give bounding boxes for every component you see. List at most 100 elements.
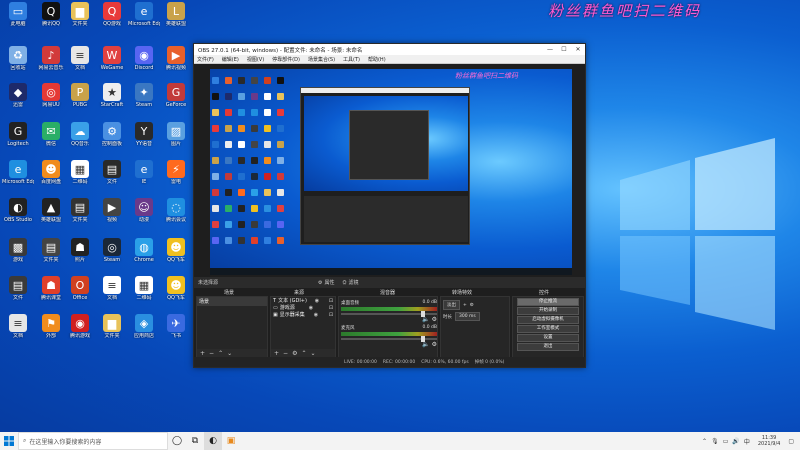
menu-view[interactable]: 视图(V) xyxy=(247,56,264,63)
gear-icon[interactable]: ⚙ xyxy=(432,341,437,348)
network-icon[interactable]: ▭ xyxy=(723,438,729,445)
desktop-icon[interactable]: ◎ Steam xyxy=(96,238,128,263)
desktop-icon[interactable]: ▤ 文件夹 xyxy=(35,238,67,263)
desktop-icon[interactable]: ▶ 视频 xyxy=(96,198,128,223)
clock[interactable]: 11:39 2021/9/4 xyxy=(754,435,784,447)
desktop-icon[interactable]: eMicrosoft Edge xyxy=(2,160,34,185)
remove-source-button[interactable]: − xyxy=(283,350,288,357)
desktop-icon[interactable]: ☗ 腾讯课堂 xyxy=(35,276,67,301)
menu-help[interactable]: 帮助(H) xyxy=(368,56,386,63)
speaker-icon[interactable]: 🔈 xyxy=(422,341,429,348)
desktop-icon[interactable]: ☺ 动漫 xyxy=(128,198,160,223)
desktop-icon[interactable]: ◍ Chrome xyxy=(128,238,160,263)
menu-file[interactable]: 文件(F) xyxy=(197,56,214,63)
desktop-icon[interactable]: ⚡ 雷电 xyxy=(160,160,192,185)
move-down-button[interactable]: ⌄ xyxy=(310,350,315,357)
add-source-button[interactable]: + xyxy=(274,350,279,357)
desktop-icon[interactable]: O Office xyxy=(64,276,96,301)
chevron-up-icon[interactable]: ⌃ xyxy=(702,438,707,445)
desktop-icon[interactable]: ▦ 二维码 xyxy=(128,276,160,301)
move-up-button[interactable]: ⌃ xyxy=(218,350,223,357)
close-button[interactable]: ✕ xyxy=(571,46,585,53)
desktop-icon[interactable]: ☗ 照片 xyxy=(64,238,96,263)
add-transition-button[interactable]: + xyxy=(463,303,467,308)
desktop-icon[interactable]: Q QQ游戏 xyxy=(96,2,128,27)
desktop-icon[interactable]: ◐ OBS Studio xyxy=(2,198,34,223)
gear-icon[interactable]: ⚙ xyxy=(432,316,437,323)
gear-icon[interactable]: ⚙ xyxy=(470,303,474,308)
desktop-icon[interactable]: ◉ 腾讯游戏 xyxy=(64,314,96,339)
desktop-icon[interactable]: ≡ 文档 xyxy=(64,46,96,71)
menu-edit[interactable]: 编辑(E) xyxy=(222,56,239,63)
remove-scene-button[interactable]: − xyxy=(209,350,214,357)
desktop-icon[interactable]: W WeGame xyxy=(96,46,128,71)
taskbar-search[interactable]: ⌕ 在这里输入你要搜索的内容 xyxy=(18,432,168,450)
desktop-icon[interactable]: ◎ 网易UU xyxy=(35,83,67,108)
taskbar-app[interactable]: ▣ xyxy=(222,432,240,450)
exit-button[interactable]: 退出 xyxy=(517,343,579,351)
source-settings-button[interactable]: ⚙ xyxy=(292,350,297,357)
window-title-bar[interactable]: OBS 27.0.1 (64-bit, windows) - 配置文件: 未命名… xyxy=(194,44,585,55)
desktop-icon[interactable]: ▆ 文件夹 xyxy=(96,314,128,339)
start-button[interactable] xyxy=(0,432,18,450)
desktop-icon[interactable]: P PUBG xyxy=(64,83,96,108)
notification-icon[interactable]: ▢ xyxy=(788,438,794,445)
obs-window[interactable]: OBS 27.0.1 (64-bit, windows) - 配置文件: 未命名… xyxy=(193,43,586,368)
source-item-game[interactable]: ▭ 游戏源 ◉ ⊡ xyxy=(271,304,335,312)
desktop-icon[interactable]: ☻ 百度网盘 xyxy=(35,160,67,185)
desktop-icon[interactable]: ✈ 飞书 xyxy=(160,314,192,339)
lock-icon[interactable]: ⊡ xyxy=(327,312,335,318)
lock-icon[interactable]: ⊡ xyxy=(327,305,335,311)
ime-icon[interactable]: 中 xyxy=(744,437,750,446)
stop-streaming-button[interactable]: 停止推流 xyxy=(517,298,579,306)
desktop-icon[interactable]: ▤ 文件 xyxy=(2,276,34,301)
menu-scene-collection[interactable]: 场景集合(S) xyxy=(308,56,335,63)
desktop-icon[interactable]: ▦ 二维码 xyxy=(64,160,96,185)
desktop-icon[interactable]: G GeForce xyxy=(160,83,192,108)
desktop-icon[interactable]: ▶ 腾讯视频 xyxy=(160,46,192,71)
desktop-icon[interactable]: ⚑ 外部 xyxy=(35,314,67,339)
menu-tools[interactable]: 工具(T) xyxy=(343,56,360,63)
desktop-icon[interactable]: ◉ Discord xyxy=(128,46,160,71)
desktop-icon[interactable]: ▩ 游戏 xyxy=(2,238,34,263)
desktop-icon[interactable]: ▆ 文件夹 xyxy=(64,2,96,27)
desktop-icon[interactable]: ☁ QQ音乐 xyxy=(64,122,96,147)
cortana-button[interactable]: ◯ xyxy=(168,432,186,450)
desktop-icon[interactable]: eMicrosoft Edge xyxy=(128,2,160,27)
desktop-icon[interactable]: ⚙ 控制面板 xyxy=(96,122,128,147)
studio-mode-button[interactable]: 工作室模式 xyxy=(517,325,579,333)
desktop-icon[interactable]: Y YY语音 xyxy=(128,122,160,147)
desktop-icon[interactable]: ♻ 回收站 xyxy=(2,46,34,71)
maximize-button[interactable]: ☐ xyxy=(557,46,571,53)
duration-input[interactable]: 300 ms xyxy=(455,312,480,321)
menu-docks[interactable]: 停靠部件(D) xyxy=(272,56,300,63)
desktop-icon[interactable]: ◆ 迅雷 xyxy=(2,83,34,108)
volume-icon[interactable]: 🔊 xyxy=(732,438,739,445)
desktop-icon[interactable]: ▨ 图片 xyxy=(160,122,192,147)
properties-button[interactable]: ⚙ 属性 xyxy=(318,279,335,287)
desktop-icon[interactable]: Q 腾讯QQ xyxy=(35,2,67,27)
virtual-camera-button[interactable]: 启动虚拟摄像机 xyxy=(517,316,579,324)
volume-slider[interactable] xyxy=(341,311,437,317)
speaker-icon[interactable]: 🔈 xyxy=(422,316,429,323)
preview-canvas[interactable]: 粉丝群鱼吧扫二维码 xyxy=(210,69,572,275)
eye-icon[interactable]: ◉ xyxy=(313,298,321,304)
desktop-icon[interactable]: ✦ Steam xyxy=(128,83,160,108)
desktop-icon[interactable]: ◌ 腾讯会议 xyxy=(160,198,192,223)
desktop-icon[interactable]: ≡ 文档 xyxy=(96,276,128,301)
start-recording-button[interactable]: 开始录制 xyxy=(517,307,579,315)
lock-icon[interactable]: ⊡ xyxy=(327,298,335,304)
move-up-button[interactable]: ⌃ xyxy=(301,350,306,357)
desktop-icon[interactable]: ☻ QQ飞车 xyxy=(160,276,192,301)
move-down-button[interactable]: ⌄ xyxy=(227,350,232,357)
transition-select[interactable]: 淡出 xyxy=(443,300,460,310)
desktop-icon[interactable]: ☻ QQ飞车 xyxy=(160,238,192,263)
desktop-icon[interactable]: ≡ 文档 xyxy=(2,314,34,339)
volume-slider[interactable] xyxy=(341,336,437,342)
desktop-icon[interactable]: ◈ 应用商店 xyxy=(128,314,160,339)
source-item-display[interactable]: ▣ 显示器采集 ◉ ⊡ xyxy=(271,311,335,319)
add-scene-button[interactable]: + xyxy=(200,350,205,357)
task-view-button[interactable]: ⧉ xyxy=(186,432,204,450)
desktop-icon[interactable]: e IE xyxy=(128,160,160,185)
eye-icon[interactable]: ◉ xyxy=(307,305,315,311)
